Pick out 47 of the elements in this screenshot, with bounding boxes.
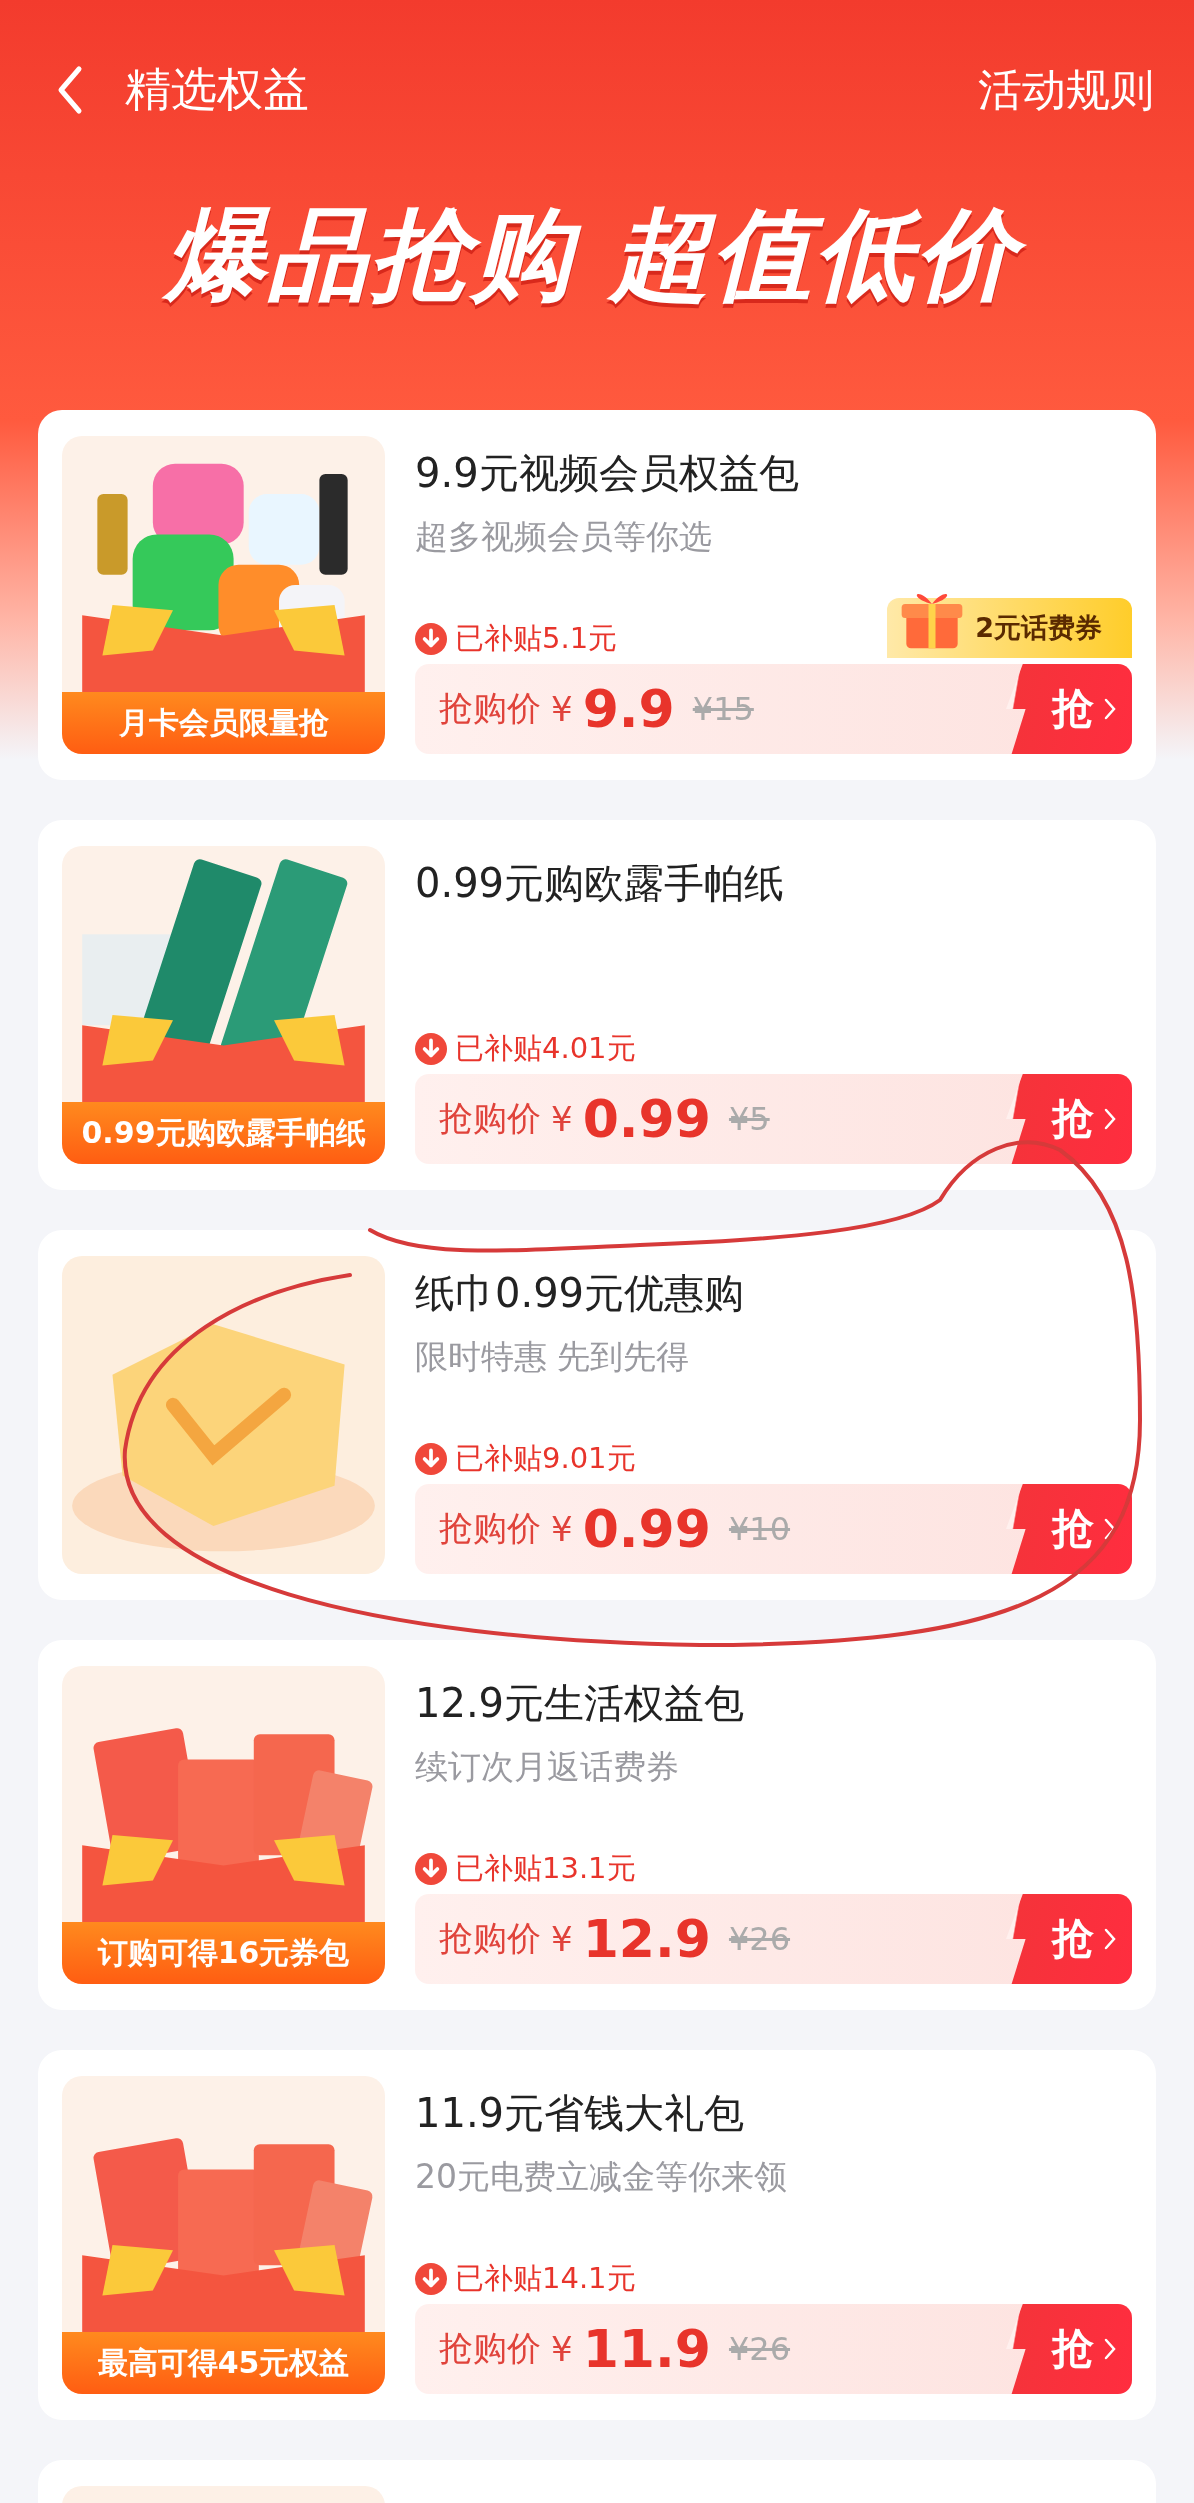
chevron-icon (1104, 1927, 1116, 1951)
currency-symbol: ¥ (551, 1509, 573, 1549)
page-title: 精选权益 (125, 61, 310, 118)
product-subtitle: 续订次月返话费券 (415, 1746, 680, 1788)
original-price: ¥26 (728, 2330, 791, 2368)
product-subtitle: 超多视频会员等你选 (415, 516, 713, 558)
currency-symbol: ¥ (551, 1919, 573, 1959)
chevron-icon (1104, 2337, 1116, 2361)
product-subtitle: 20元电费立减金等你来领 (415, 2156, 788, 2198)
chevron-icon (1104, 1107, 1116, 1131)
chevron-icon (1104, 697, 1116, 721)
thumbnail-caption: 月卡会员限量抢 (62, 692, 385, 754)
price-label: 抢购价 (439, 687, 541, 730)
sale-price: 9.9 (582, 679, 675, 739)
rules-link[interactable]: 活动规则 (978, 60, 1154, 120)
sale-price: 0.99 (582, 1089, 711, 1149)
product-title: 纸巾0.99元优惠购 (415, 1269, 746, 1318)
original-price: ¥10 (728, 1510, 791, 1548)
product-title: 11.9元省钱大礼包 (415, 2089, 746, 2138)
original-price: ¥26 (728, 1920, 791, 1958)
original-price: ¥5 (728, 1100, 770, 1138)
subsidy-text: 已补贴5.1元 (455, 620, 618, 657)
price-label: 抢购价 (439, 1507, 541, 1550)
subsidy-text: 已补贴9.01元 (455, 1440, 636, 1477)
price-label: 抢购价 (439, 2327, 541, 2370)
sale-price: 0.99 (582, 1499, 711, 1559)
product-title: 9.9元视频会员权益包 (415, 449, 800, 498)
banner-headline: 爆品抢购 超值低价 (145, 185, 1049, 329)
thumbnail-caption: 最高可得45元权益 (62, 2332, 385, 2394)
product-title: 0.99元购欧露手帕纸 (415, 859, 786, 908)
sale-price: 11.9 (582, 2319, 711, 2379)
subsidy-text: 已补贴13.1元 (455, 1850, 636, 1887)
price-label: 抢购价 (439, 1917, 541, 1960)
product-subtitle: 限时特惠 先到先得 (415, 1336, 691, 1378)
subsidy-text: 已补贴4.01元 (455, 1030, 636, 1067)
currency-symbol: ¥ (551, 1099, 573, 1139)
product-title: 12.9元生活权益包 (415, 1679, 746, 1728)
thumbnail-caption: 订购可得16元券包 (62, 1922, 385, 1984)
thumbnail-caption: 0.99元购欧露手帕纸 (62, 1102, 385, 1164)
chevron-icon (1104, 1517, 1116, 1541)
price-label: 抢购价 (439, 1097, 541, 1140)
voucher-label: 2元话费券 (975, 611, 1102, 645)
original-price: ¥15 (692, 690, 754, 728)
sale-price: 12.9 (582, 1909, 711, 1969)
currency-symbol: ¥ (551, 2329, 573, 2369)
subsidy-text: 已补贴14.1元 (455, 2260, 636, 2297)
currency-symbol: ¥ (551, 689, 573, 729)
